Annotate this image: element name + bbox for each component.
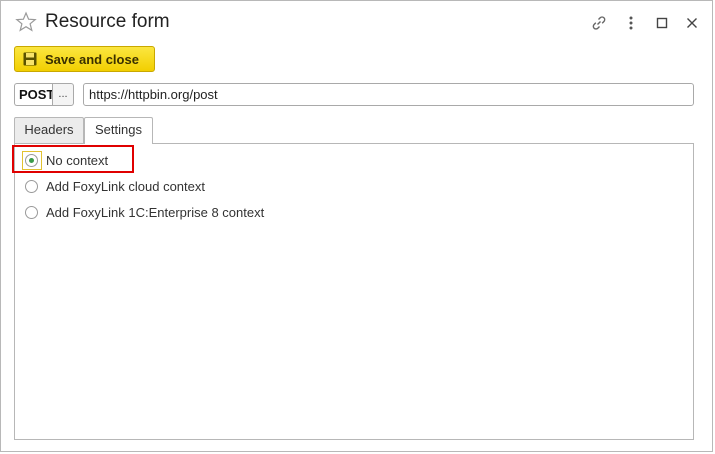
tab-settings[interactable]: Settings (84, 117, 153, 144)
radio-button[interactable] (25, 179, 38, 193)
form-title: Resource form (45, 11, 170, 32)
more-vertical-icon[interactable] (621, 13, 641, 33)
url-input[interactable]: https://httpbin.org/post (83, 83, 694, 106)
save-and-close-label: Save and close (45, 51, 139, 67)
maximize-icon[interactable] (652, 13, 672, 33)
title-bar: Resource form (1, 1, 712, 45)
save-and-close-button[interactable]: Save and close (14, 46, 155, 72)
resource-form-window: Resource form Save and close POST ... ht… (0, 0, 713, 452)
radio-button[interactable] (25, 205, 38, 219)
radio-label: Add FoxyLink cloud context (46, 178, 205, 194)
http-method-field[interactable]: POST (14, 83, 52, 106)
http-method-select-button[interactable]: ... (52, 83, 74, 106)
tab-headers[interactable]: Headers (14, 117, 84, 143)
radio-label: Add FoxyLink 1C:Enterprise 8 context (46, 204, 265, 220)
highlight-annotation (12, 145, 134, 173)
floppy-disk-icon (23, 52, 37, 66)
radio-foxylink-cloud-context[interactable]: Add FoxyLink cloud context (25, 177, 205, 195)
radio-foxylink-1c-context[interactable]: Add FoxyLink 1C:Enterprise 8 context (25, 203, 264, 221)
link-icon[interactable] (589, 13, 609, 33)
star-icon[interactable] (15, 11, 37, 33)
close-icon[interactable] (682, 13, 702, 33)
